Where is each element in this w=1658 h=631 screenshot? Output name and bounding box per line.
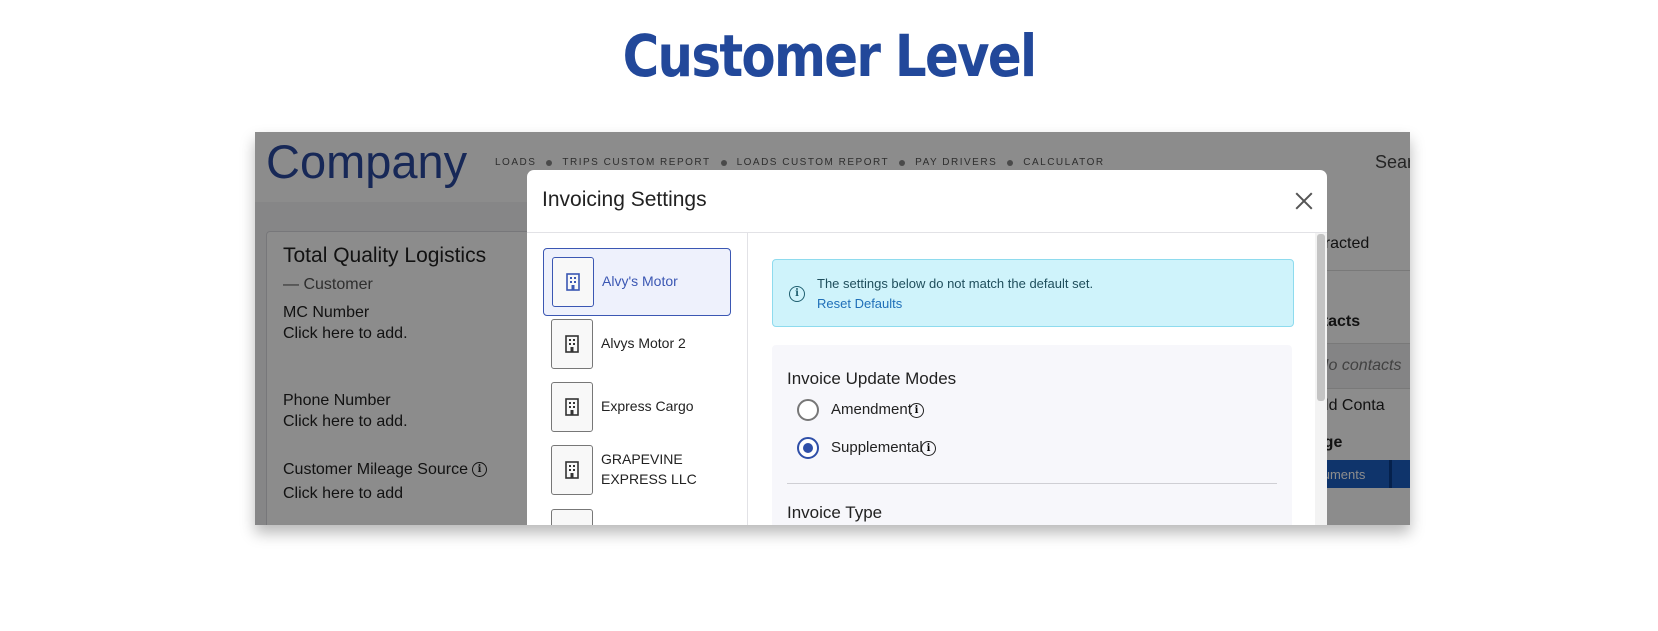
invoice-type-heading: Invoice Type — [787, 503, 883, 522]
radio-label: Amendment — [831, 401, 912, 418]
building-icon — [551, 445, 593, 495]
radio-label: Supplemental — [831, 439, 923, 456]
invoice-settings-section: Invoice Update Modes Amendment i Supplem… — [772, 345, 1292, 525]
invoicing-settings-modal: Invoicing Settings Alvy's Motor Alvys Mo… — [527, 170, 1327, 525]
company-name: Alvy's Motor — [602, 273, 678, 289]
company-item-alvys-motor[interactable]: Alvy's Motor — [543, 248, 731, 316]
radio-button[interactable] — [797, 399, 819, 421]
modal-title: Invoicing Settings — [542, 188, 707, 211]
reset-defaults-link[interactable]: Reset Defaults — [817, 296, 902, 311]
app-screenshot: Company LOADS TRIPS CUSTOM REPORT LOADS … — [255, 132, 1410, 525]
close-icon[interactable] — [1292, 189, 1316, 213]
building-icon — [551, 382, 593, 432]
section-divider — [787, 483, 1277, 484]
company-item-alvys-motor-2[interactable]: Alvys Motor 2 — [543, 313, 729, 379]
company-item-grapevine-express[interactable]: GRAPEVINE EXPRESS LLC — [543, 439, 729, 505]
company-name: Alvys Motor 2 — [601, 335, 686, 351]
company-name: GRAPEVINE EXPRESS LLC — [601, 451, 697, 487]
building-icon — [552, 257, 594, 307]
scrollbar-thumb[interactable] — [1317, 234, 1325, 401]
settings-panel: i The settings below do not match the de… — [748, 233, 1315, 525]
alert-text: The settings below do not match the defa… — [817, 276, 1094, 291]
company-item[interactable] — [543, 503, 729, 525]
mismatch-alert: i The settings below do not match the de… — [772, 259, 1294, 327]
building-icon — [551, 509, 593, 525]
company-name: Express Cargo — [601, 398, 694, 414]
info-icon[interactable]: i — [909, 403, 924, 418]
building-icon — [551, 319, 593, 369]
company-item-express-cargo[interactable]: Express Cargo — [543, 376, 729, 442]
company-list: Alvy's Motor Alvys Motor 2 Express Cargo… — [527, 233, 748, 525]
radio-button[interactable] — [797, 437, 819, 459]
info-icon[interactable]: i — [921, 441, 936, 456]
page-title: Customer Level — [622, 22, 1037, 90]
info-icon: i — [789, 286, 805, 302]
invoice-update-modes-heading: Invoice Update Modes — [787, 369, 957, 388]
